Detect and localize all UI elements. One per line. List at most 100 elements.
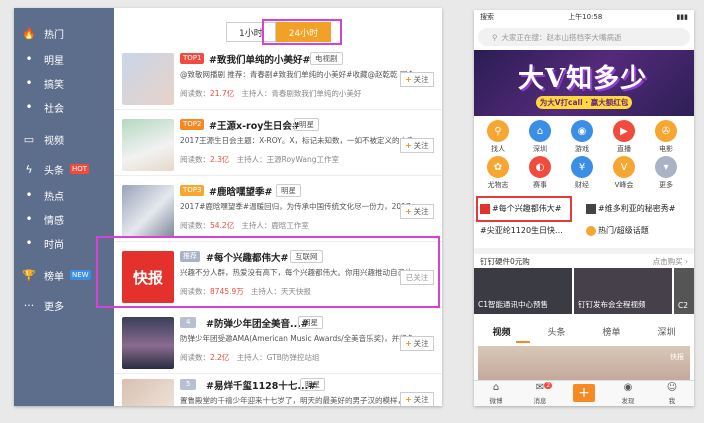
follow-button[interactable]: + 关注 <box>400 138 434 153</box>
home-icon: ⌂ <box>492 382 500 393</box>
status-time: 上午10:58 <box>568 13 603 21</box>
game-icon: ◉ <box>571 120 593 142</box>
grid-item-finance[interactable]: ¥ 财经 <box>564 156 600 196</box>
tab-shenzhen[interactable]: 深圳 <box>639 325 694 338</box>
banner-subtitle: 为大V打call · 赢大额红包 <box>536 96 632 109</box>
video-card[interactable]: 钉钉发布会全程视频 <box>574 268 672 314</box>
topic-title[interactable]: #鹿晗嘿望季# <box>209 184 272 198</box>
topic-thumbnail <box>122 317 174 369</box>
highlight-box-24h-tab <box>262 19 342 45</box>
nav-messages[interactable]: ✉ 消息 2 <box>518 381 562 406</box>
profile-icon: ☺ <box>666 382 678 393</box>
tab-headlines[interactable]: 头条 <box>529 325 584 338</box>
topic-tag: 明星 <box>276 184 301 197</box>
trophy-icon: 🏆 <box>22 268 36 282</box>
new-badge: NEW <box>70 270 91 280</box>
grid-item-more[interactable]: ▾ 更多 <box>648 156 684 196</box>
bullet-icon: • <box>25 212 33 226</box>
rank-badge: TOP2 <box>180 119 205 130</box>
video-card[interactable]: C1智能通讯中心预售 <box>474 268 572 314</box>
add-icon: + <box>573 384 595 402</box>
finance-icon: ¥ <box>571 156 593 178</box>
bullet-icon: • <box>25 236 33 250</box>
battery-icon: ▮▮▮ <box>676 13 688 21</box>
nav-profile[interactable]: ☺ 我 <box>650 381 694 406</box>
topic-meta: 阅读数：2.2亿 主持人：GTB防弹控站组 <box>180 353 320 362</box>
buy-link[interactable]: 点击购买 › <box>653 256 688 267</box>
table-row[interactable]: TOP1 #致我们单纯的小美好# 电视剧 @致敬网播剧 推荐：青春剧#致我们单纯… <box>114 48 442 110</box>
grid-item-games[interactable]: ◉ 游戏 <box>564 120 600 160</box>
discover-icon: ◉ <box>623 382 633 393</box>
topic-tag: 电视剧 <box>310 52 343 65</box>
trend-item[interactable]: 热门/超级话题 <box>586 225 649 236</box>
city-icon: ⌂ <box>529 120 551 142</box>
trend-item[interactable]: #维多利亚的秘密秀# <box>586 203 675 214</box>
topic-thumbnail <box>122 119 174 171</box>
grid-item-v-summit[interactable]: V V峰会 <box>606 156 642 196</box>
topic-description: 2017#鹿晗嘿望季#温暖回归，为传承中国传统文化尽一份力，2017年 <box>180 202 412 211</box>
sidebar-item-hotspot[interactable]: • 热点 <box>14 184 114 206</box>
video-preview[interactable]: 快报 <box>478 346 690 380</box>
sidebar-item-funny[interactable]: • 搞笑 <box>14 72 114 94</box>
topic-title[interactable]: #防弹少年团全美音...# <box>206 316 309 330</box>
plus-icon: + <box>405 207 412 216</box>
table-row[interactable]: TOP2 #王源x-roy生日会# 明星 2017王源生日会主题：X-ROY。X… <box>114 114 442 176</box>
topic-tag: 明星 <box>300 378 325 391</box>
bullet-icon: • <box>25 100 33 114</box>
status-back-label[interactable]: 搜索 <box>480 12 494 22</box>
topic-title[interactable]: #致我们单纯的小美好# <box>209 52 310 66</box>
topic-meta: 阅读数：2.3亿 主持人：王源RoyWang工作室 <box>180 155 340 164</box>
sidebar-item-hot[interactable]: 🔥 热门 <box>14 22 114 44</box>
topic-tag: 明星 <box>298 316 323 329</box>
topic-thumbnail <box>122 185 174 237</box>
trend-item[interactable]: #尖亚纶1120生日快... <box>480 225 563 236</box>
sidebar-item-stars[interactable]: • 明星 <box>14 48 114 70</box>
active-tab-indicator <box>516 341 530 343</box>
sidebar-item-emotion[interactable]: • 情感 <box>14 208 114 230</box>
find-people-icon: ⚲ <box>487 120 509 142</box>
topic-description: 置鲁殿堂的千禧少年迎来十七岁了，明天的最美好的男子汉的模样，想把世界最美最 <box>180 396 412 405</box>
nav-home[interactable]: ⌂ 微博 <box>474 381 518 406</box>
banner-title: 大V知多少 <box>518 64 648 94</box>
follow-button[interactable]: + 关注 <box>400 204 434 219</box>
video-card[interactable]: C2 <box>674 268 694 314</box>
follow-button[interactable]: + 关注 <box>400 336 434 351</box>
rank-badge: TOP1 <box>180 53 205 64</box>
topic-thumb-icon <box>586 203 596 214</box>
table-row[interactable]: TOP3 #鹿晗嘿望季# 明星 2017#鹿晗嘿望季#温暖回归，为传承中国传统文… <box>114 180 442 242</box>
grid-item-movie[interactable]: ✇ 电影 <box>648 120 684 160</box>
grid-item-find-people[interactable]: ⚲ 找人 <box>480 120 516 160</box>
bolt-icon: ϟ <box>25 162 33 176</box>
sidebar-item-video[interactable]: ▭ 视频 <box>14 128 114 150</box>
hot-badge: HOT <box>70 164 90 174</box>
sidebar-item-headlines[interactable]: ϟ 头条 HOT <box>14 158 114 180</box>
search-icon: ⚲ <box>492 32 498 42</box>
rank-badge: TOP3 <box>180 185 205 196</box>
highlight-box-recommended-row <box>96 236 440 308</box>
plus-icon: + <box>405 339 412 348</box>
bullet-icon: • <box>25 76 33 90</box>
nav-discover[interactable]: ◉ 发现 <box>606 381 650 406</box>
video-icon: ▭ <box>23 132 35 146</box>
nav-compose[interactable]: + <box>562 381 606 406</box>
follow-button[interactable]: + 关注 <box>400 392 434 406</box>
topic-title[interactable]: #王源x-roy生日会# <box>209 118 300 132</box>
flower-icon: ✿ <box>487 156 509 178</box>
grid-item-live[interactable]: ▶ 直播 <box>606 120 642 160</box>
plus-icon: + <box>405 141 412 150</box>
topic-description: @致敬网播剧 推荐：青春剧#致我们单纯的小美好#收藏@赵乾乾 同名... <box>180 70 412 79</box>
tab-ranking[interactable]: 榜单 <box>584 325 639 338</box>
topic-tag: 明星 <box>294 118 319 131</box>
grid-item-youwuzhi[interactable]: ✿ 尤物志 <box>480 156 516 196</box>
status-bar: 搜索 上午10:58 ▮▮▮ <box>474 10 694 24</box>
grid-item-events[interactable]: ◐ 赛事 <box>522 156 558 196</box>
table-row[interactable]: 4 #防弹少年团全美音...# 明星 防弹少年团受邀AMA(American M… <box>114 312 442 374</box>
bottom-navigation: ⌂ 微博 ✉ 消息 2 + ◉ 发现 ☺ 我 <box>474 380 694 406</box>
tab-video[interactable]: 视频 <box>474 325 529 338</box>
search-input[interactable]: ⚲ 大家正在搜：赵本山搭档李大嘴病逝 <box>478 28 690 46</box>
follow-button[interactable]: + 关注 <box>400 72 434 87</box>
grid-item-shenzhen[interactable]: ⌂ 深圳 <box>522 120 558 160</box>
table-row[interactable]: 5 #易烊千玺1128十七...# 明星 置鲁殿堂的千禧少年迎来十七岁了，明天的… <box>114 374 442 406</box>
sidebar-item-society[interactable]: • 社会 <box>14 96 114 118</box>
hot-topic-list: 1小时 24小时 TOP1 #致我们单纯的小美好# 电视剧 @致敬网播剧 推荐：… <box>114 8 442 406</box>
